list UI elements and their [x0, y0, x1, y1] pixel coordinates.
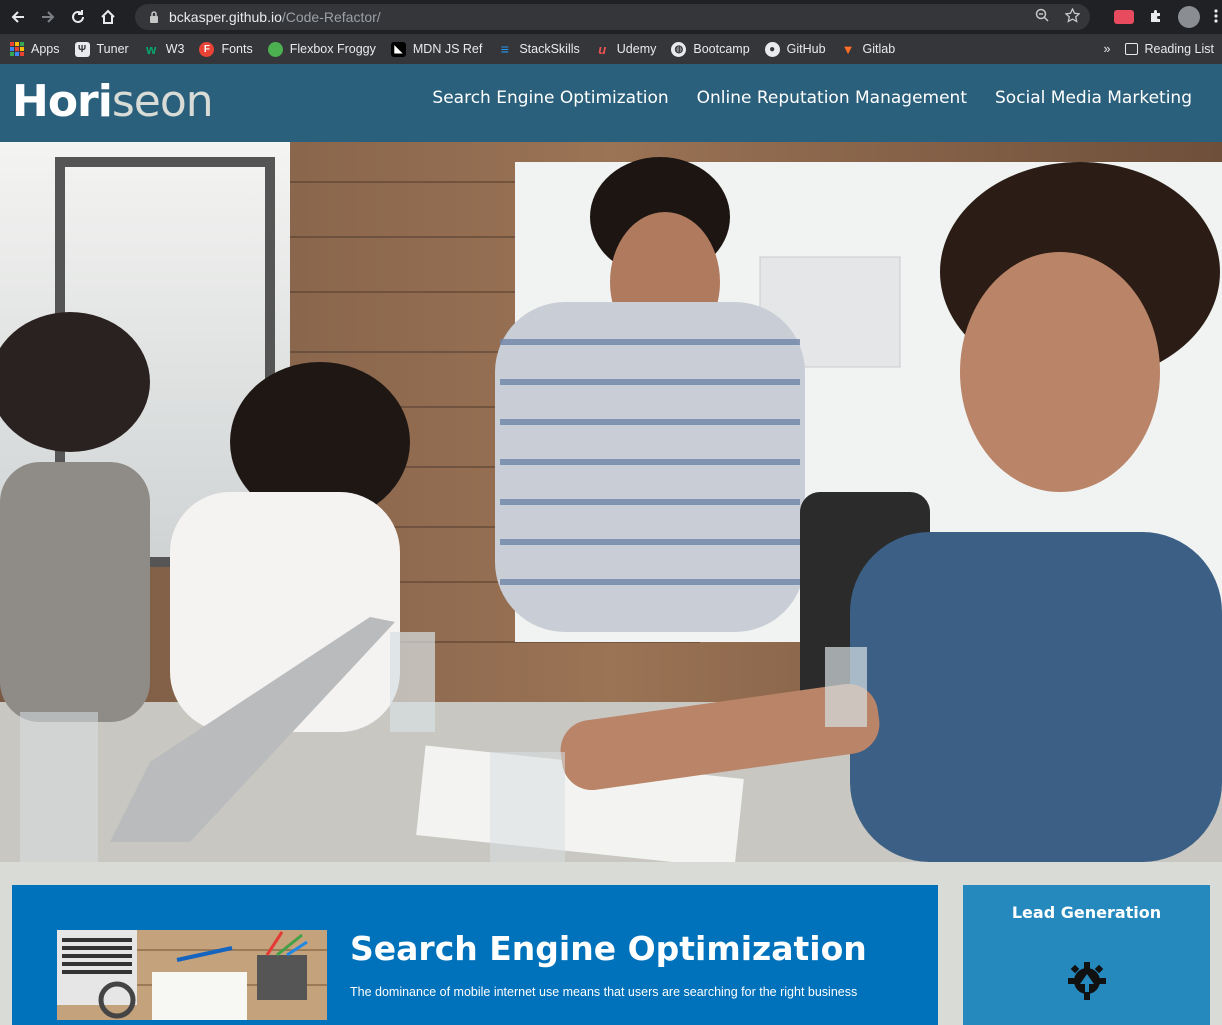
reading-list-button[interactable]: Reading List	[1124, 42, 1214, 56]
w3-icon: w	[146, 41, 157, 57]
bookmark-gitlab[interactable]: ▼ Gitlab	[841, 42, 896, 57]
bookmark-flexbox-froggy[interactable]: Flexbox Froggy	[267, 41, 376, 57]
address-bar[interactable]: bckasper.github.io/Code-Refactor/	[135, 4, 1090, 30]
seo-section-text: The dominance of mobile internet use mea…	[350, 985, 858, 999]
home-icon[interactable]	[96, 5, 120, 29]
udemy-icon: u	[598, 41, 607, 57]
hero-image	[0, 142, 1222, 862]
github-icon: ●	[764, 41, 780, 57]
stackskills-icon: ≡	[500, 41, 509, 57]
seo-section-image	[57, 930, 327, 1020]
tuner-icon: Ψ	[74, 41, 90, 57]
back-arrow-icon[interactable]	[6, 5, 30, 29]
nav-link-social-media[interactable]: Social Media Marketing	[995, 88, 1192, 108]
bookmark-udemy[interactable]: u Udemy	[595, 41, 656, 57]
site-header: Horiseon Search Engine Optimization Onli…	[0, 64, 1222, 142]
url-text: bckasper.github.io/Code-Refactor/	[169, 9, 381, 25]
nav-link-seo[interactable]: Search Engine Optimization	[432, 88, 668, 108]
extensions-puzzle-icon[interactable]	[1148, 8, 1164, 27]
reading-list-icon	[1124, 43, 1138, 55]
bookmark-tuner[interactable]: Ψ Tuner	[74, 41, 129, 57]
lead-generation-card: Lead Generation	[963, 885, 1210, 1025]
bookmark-star-icon[interactable]	[1064, 6, 1081, 27]
bookmark-mdn[interactable]: ◣ MDN JS Ref	[390, 41, 482, 57]
mdn-icon: ◣	[390, 41, 406, 57]
main-nav: Search Engine Optimization Online Reputa…	[432, 88, 1192, 108]
lock-icon	[147, 10, 161, 24]
gitlab-icon: ▼	[841, 41, 855, 57]
lead-generation-icon	[1066, 960, 1108, 1002]
seo-section: Search Engine Optimization The dominance…	[12, 885, 938, 1025]
fonts-icon: F	[199, 41, 215, 57]
bookmark-apps[interactable]: Apps	[9, 42, 60, 57]
profile-avatar[interactable]	[1178, 6, 1200, 28]
bookmark-w3[interactable]: w W3	[144, 41, 184, 57]
bookmark-github[interactable]: ● GitHub	[764, 41, 826, 57]
menu-kebab-icon[interactable]	[1214, 8, 1218, 27]
bookmarks-bar: Apps Ψ Tuner w W3 F Fonts Flexbox Froggy…	[0, 34, 1222, 64]
site-logo[interactable]: Horiseon	[12, 76, 214, 127]
browser-toolbar: bckasper.github.io/Code-Refactor/	[0, 0, 1222, 34]
lead-generation-title: Lead Generation	[1011, 903, 1162, 922]
bookmarks-overflow-button[interactable]: »	[1104, 42, 1111, 56]
frog-icon	[267, 41, 283, 57]
apps-grid-icon	[9, 42, 24, 57]
seo-section-title: Search Engine Optimization	[350, 929, 867, 968]
extension-record-icon[interactable]	[1114, 10, 1134, 24]
forward-arrow-icon[interactable]	[36, 5, 60, 29]
bookmark-fonts[interactable]: F Fonts	[199, 41, 253, 57]
reload-icon[interactable]	[66, 5, 90, 29]
bookmark-stackskills[interactable]: ≡ StackSkills	[497, 41, 580, 57]
globe-icon: ◍	[671, 41, 687, 57]
nav-link-online-reputation[interactable]: Online Reputation Management	[697, 88, 967, 108]
zoom-icon[interactable]	[1035, 8, 1049, 26]
bookmark-bootcamp[interactable]: ◍ Bootcamp	[671, 41, 750, 57]
